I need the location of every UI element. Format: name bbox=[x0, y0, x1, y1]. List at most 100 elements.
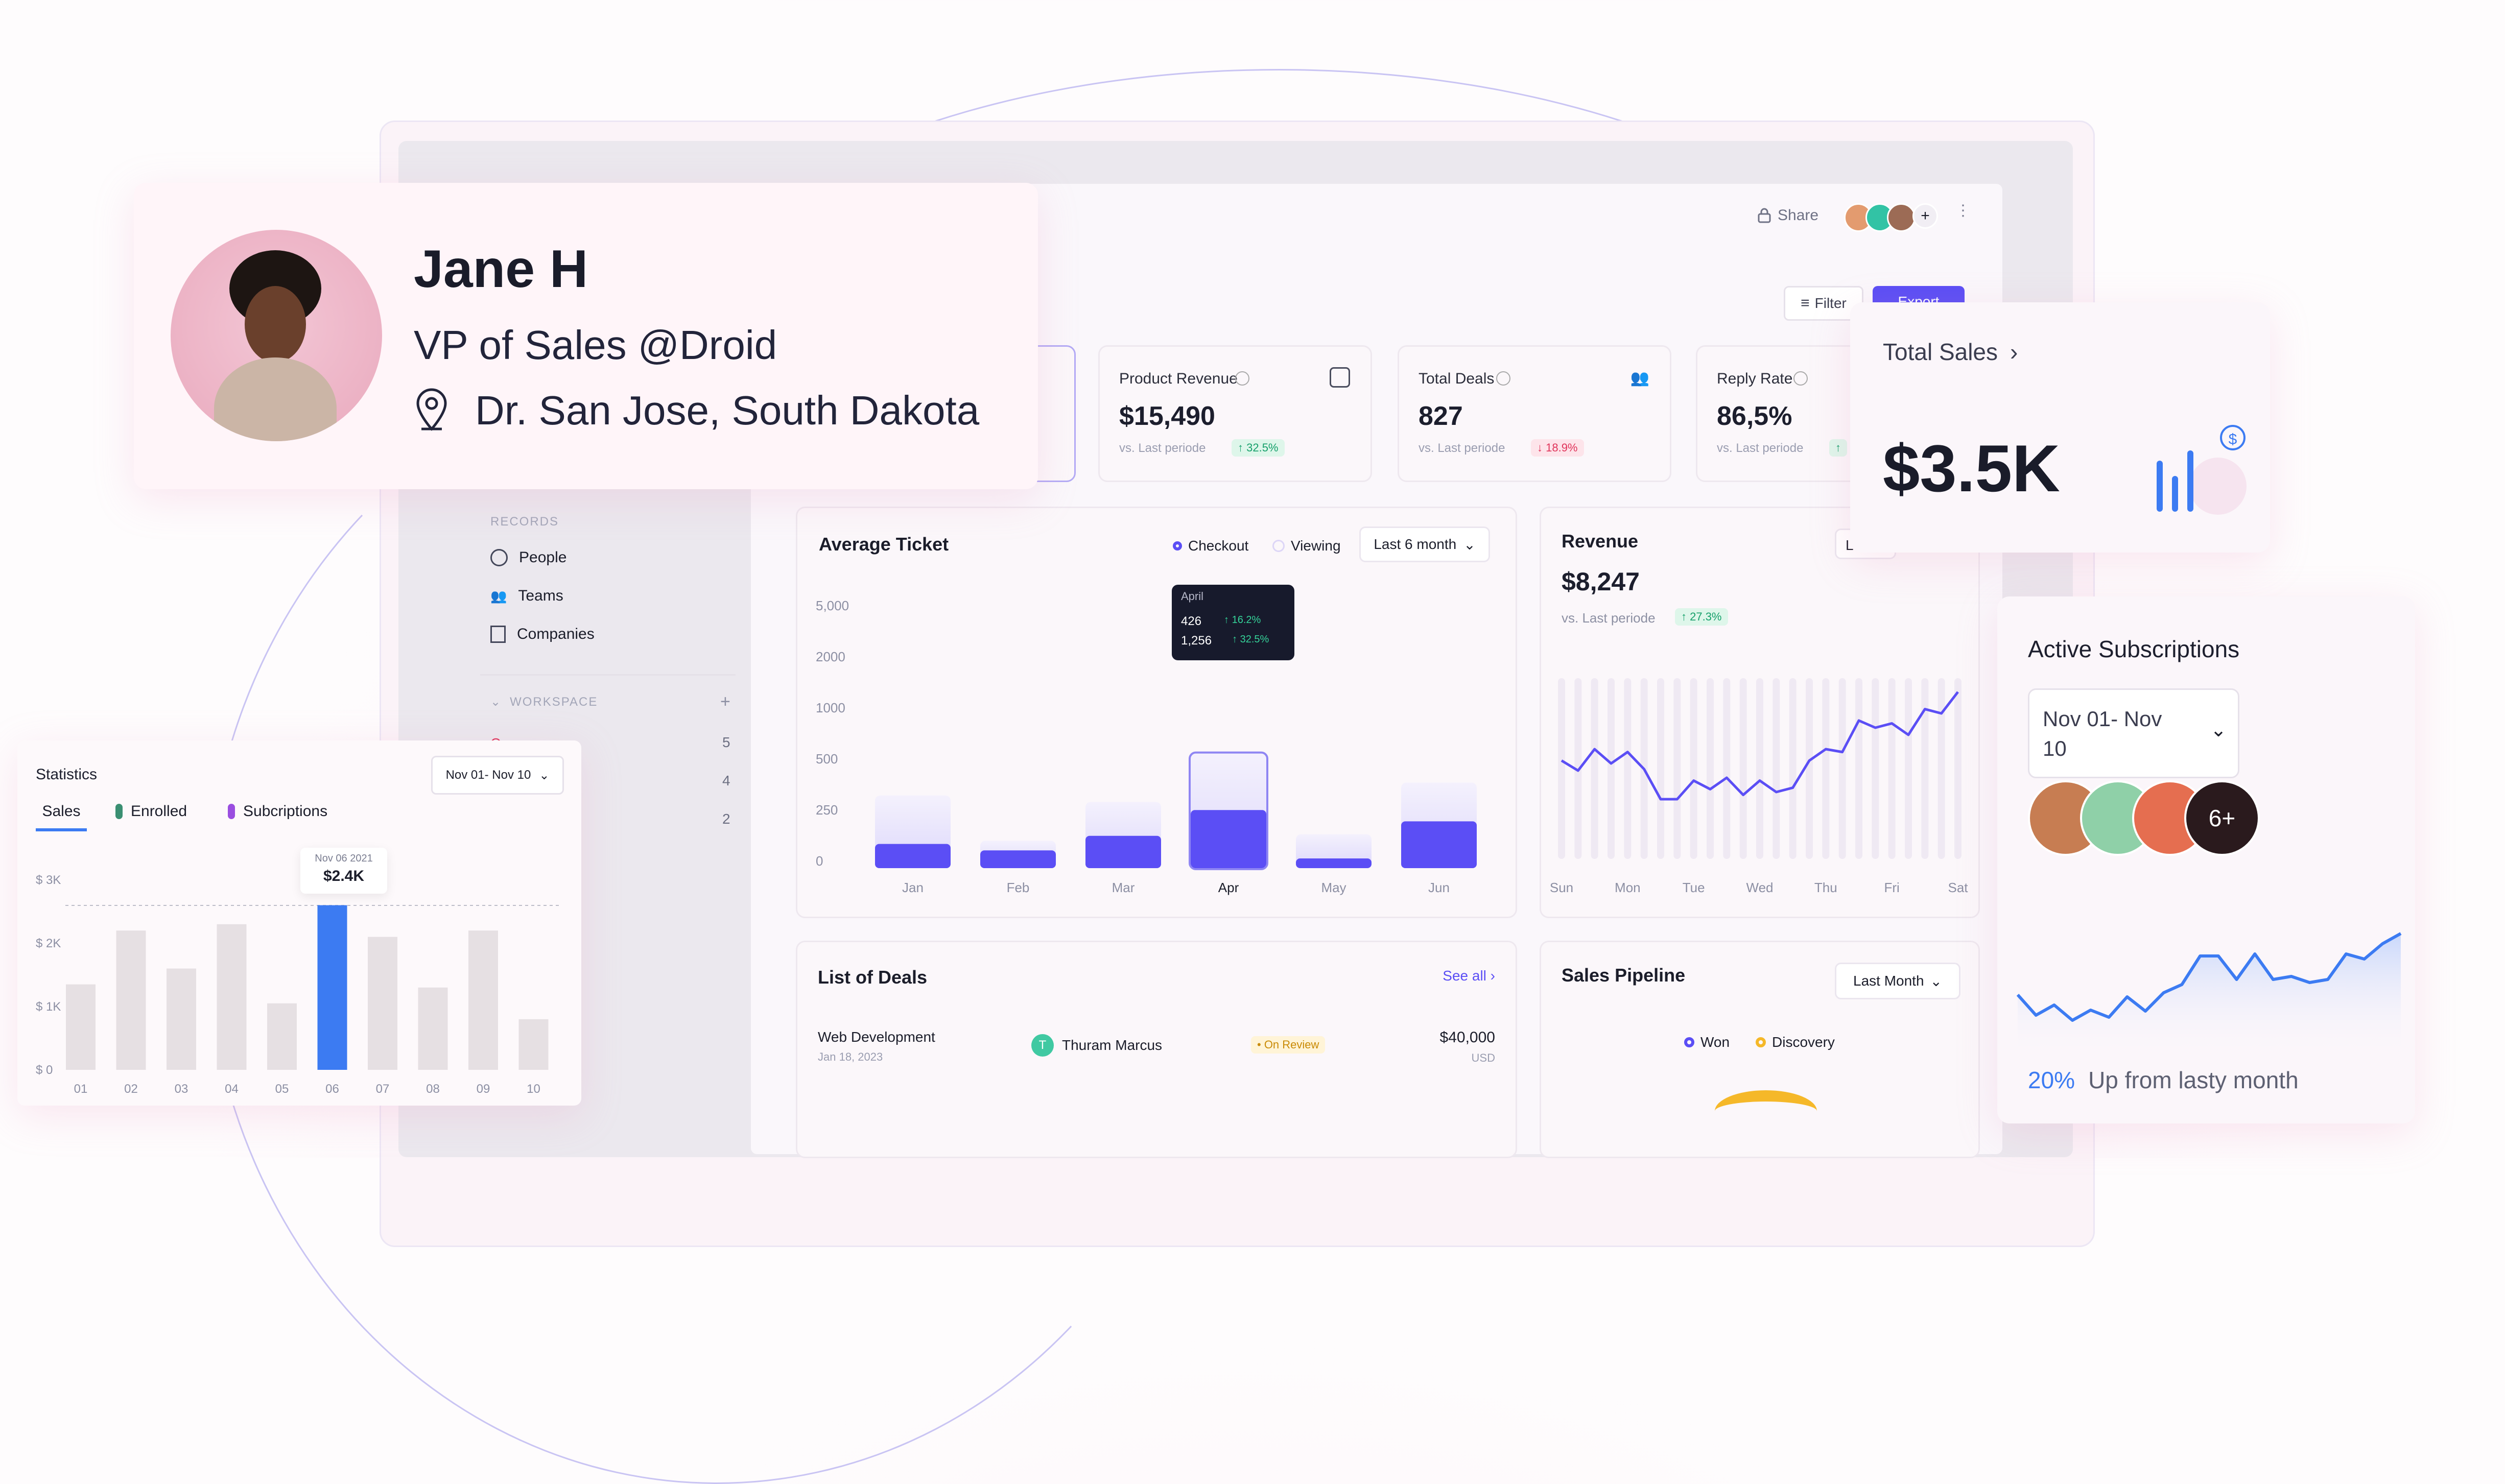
profile-location: Dr. San Jose, South Dakota bbox=[475, 388, 980, 433]
avatar bbox=[1887, 203, 1916, 232]
sidebar-item-people[interactable]: People bbox=[490, 549, 566, 566]
subscriber-avatars[interactable]: 6+ bbox=[2028, 780, 2260, 856]
share-label: Share bbox=[1778, 207, 1819, 224]
more-options-icon[interactable]: ⋮ bbox=[1955, 203, 1971, 219]
y-tick-label: $ 3K bbox=[36, 873, 61, 887]
sales-bar bbox=[66, 984, 96, 1070]
stat-row: 20% Up from lasty month bbox=[2028, 1066, 2299, 1094]
legend-label: Discovery bbox=[1772, 1034, 1835, 1050]
profile-name: Jane H bbox=[414, 240, 588, 299]
deal-owner: Thuram Marcus bbox=[1062, 1037, 1163, 1053]
tooltip-row: 1,256 ↑ 32.5% bbox=[1181, 634, 1269, 648]
dropdown-label: Last Month bbox=[1853, 973, 1924, 989]
filter-icon: ≡ bbox=[1801, 295, 1810, 312]
y-tick-label: 5,000 bbox=[816, 598, 849, 613]
sales-bar bbox=[518, 1019, 549, 1070]
sidebar-item-companies[interactable]: Companies bbox=[490, 626, 595, 643]
card-title: Active Subscriptions bbox=[2028, 636, 2240, 662]
x-tick-label: 05 bbox=[275, 1082, 289, 1096]
x-tick-label: Mar bbox=[1112, 880, 1135, 895]
workspace-header[interactable]: ⌄ WORKSPACE bbox=[490, 695, 598, 709]
x-tick-label: 01 bbox=[74, 1082, 88, 1096]
total-sales-header[interactable]: Total Sales › bbox=[1883, 338, 2018, 366]
profile-title: VP of Sales @Droid bbox=[414, 322, 777, 368]
legend-dot-icon bbox=[1756, 1037, 1766, 1047]
x-tick-label: 07 bbox=[376, 1082, 390, 1096]
checkout-bar bbox=[1296, 858, 1372, 868]
revenue-line-chart: Sun Mon Tue Wed Thu Fri Sat bbox=[1550, 678, 1968, 895]
kpi-compare: vs. Last periode bbox=[1119, 441, 1206, 455]
chevron-right-icon: › bbox=[2010, 339, 2018, 365]
stat-label: Up from lasty month bbox=[2088, 1067, 2299, 1093]
tooltip-row: 426 ↑ 16.2% bbox=[1181, 614, 1261, 629]
avatar-face bbox=[245, 286, 306, 363]
workspace-count: 5 bbox=[722, 734, 730, 750]
pipeline-gauge bbox=[1715, 1090, 1817, 1132]
x-tick-label: Jan bbox=[902, 880, 924, 895]
pipeline-range-dropdown[interactable]: Last Month ⌄ bbox=[1835, 963, 1960, 999]
sidebar-item-label: Companies bbox=[517, 626, 595, 642]
legend-dot-icon bbox=[1684, 1037, 1694, 1047]
active-subscriptions-card: Active Subscriptions Nov 01- Nov 10 ⌄ 6+… bbox=[1997, 596, 2415, 1123]
statistics-bar-chart: $ 0 $ 1K $ 2K $ 3K 01 02 03 04 05 06 07 08 09 10 bbox=[36, 873, 561, 1096]
sidebar-item-teams[interactable]: 👥 Teams bbox=[490, 587, 563, 605]
card-title: Total Sales bbox=[1883, 339, 1998, 365]
see-all-link[interactable]: See all › bbox=[1443, 968, 1495, 984]
lock-icon bbox=[1758, 208, 1771, 223]
x-tick-label: Wed bbox=[1746, 880, 1774, 895]
kpi-card-product-revenue[interactable]: Product Revenue $15,490 vs. Last periode… bbox=[1098, 345, 1372, 482]
tooltip-value: 426 bbox=[1181, 614, 1202, 628]
bag-icon bbox=[1330, 367, 1350, 388]
sidebar-item-label: Teams bbox=[518, 587, 563, 604]
chevron-down-icon: ⌄ bbox=[1930, 973, 1942, 989]
kpi-value: $15,490 bbox=[1119, 401, 1215, 431]
sales-bar bbox=[317, 905, 347, 1070]
y-tick-label: 0 bbox=[816, 853, 823, 869]
table-row[interactable]: Web Development Jan 18, 2023 T Thuram Ma… bbox=[818, 1029, 1495, 1075]
kpi-value: 86,5% bbox=[1717, 401, 1792, 431]
avatar-body bbox=[214, 357, 337, 441]
users-icon: 👥 bbox=[1630, 370, 1649, 387]
chevron-down-icon: ⌄ bbox=[2210, 720, 2227, 741]
x-tick-label: 09 bbox=[477, 1082, 490, 1096]
x-tick-label: 08 bbox=[426, 1082, 440, 1096]
records-heading: RECORDS bbox=[490, 515, 559, 529]
average-ticket-card: Average Ticket Checkout Viewing Last 6 m… bbox=[796, 507, 1517, 918]
workspace-count: 4 bbox=[722, 773, 730, 788]
share-button[interactable]: Share bbox=[1757, 207, 1818, 224]
kpi-change: ↑ bbox=[1829, 439, 1847, 457]
checkout-bar bbox=[1191, 810, 1266, 868]
x-tick-label: 02 bbox=[124, 1082, 138, 1096]
sales-bar bbox=[368, 937, 397, 1070]
sales-bar bbox=[468, 930, 498, 1070]
x-tick-label: Fri bbox=[1884, 880, 1900, 895]
user-circle-icon bbox=[490, 549, 508, 566]
kpi-compare: vs. Last periode bbox=[1419, 441, 1505, 455]
checkout-bar bbox=[1401, 821, 1477, 868]
x-tick-label: Sun bbox=[1550, 880, 1573, 895]
total-sales-card[interactable]: Total Sales › $3.5K $ bbox=[1850, 302, 2270, 553]
collaborator-avatars[interactable]: + bbox=[1844, 203, 1938, 232]
average-ticket-chart: 5,000 2000 1000 500 250 0 Jan Feb Mar Apr May Jun bbox=[816, 598, 1477, 895]
x-tick-label: 10 bbox=[527, 1082, 540, 1096]
checkout-bar bbox=[1085, 835, 1161, 868]
kpi-card-total-deals[interactable]: Total Deals 👥 827 vs. Last periode ↓ 18.… bbox=[1398, 345, 1671, 482]
x-tick-label: Tue bbox=[1683, 880, 1705, 895]
chart-tooltip: April 426 ↑ 16.2% 1,256 ↑ 32.5% bbox=[1172, 585, 1294, 660]
x-tick-label: 04 bbox=[225, 1082, 239, 1096]
add-collaborator-button[interactable]: + bbox=[1912, 203, 1938, 229]
status-badge: • On Review bbox=[1251, 1036, 1326, 1054]
checkout-bar bbox=[980, 850, 1056, 868]
subscriptions-area-chart bbox=[2016, 932, 2402, 1056]
building-icon bbox=[490, 626, 506, 643]
avatar bbox=[171, 230, 382, 441]
date-range-dropdown[interactable]: Nov 01- Nov 10 ⌄ bbox=[2028, 688, 2239, 778]
kpi-value: 827 bbox=[1419, 401, 1463, 431]
deal-currency: USD bbox=[1471, 1051, 1495, 1064]
chevron-down-icon: ⌄ bbox=[490, 695, 502, 709]
workspace-add-button[interactable]: + bbox=[720, 692, 730, 712]
kpi-label: Reply Rate bbox=[1717, 370, 1793, 387]
legend-discovery: Discovery bbox=[1756, 1034, 1835, 1050]
sales-bar bbox=[167, 968, 196, 1070]
deal-date: Jan 18, 2023 bbox=[818, 1050, 883, 1063]
